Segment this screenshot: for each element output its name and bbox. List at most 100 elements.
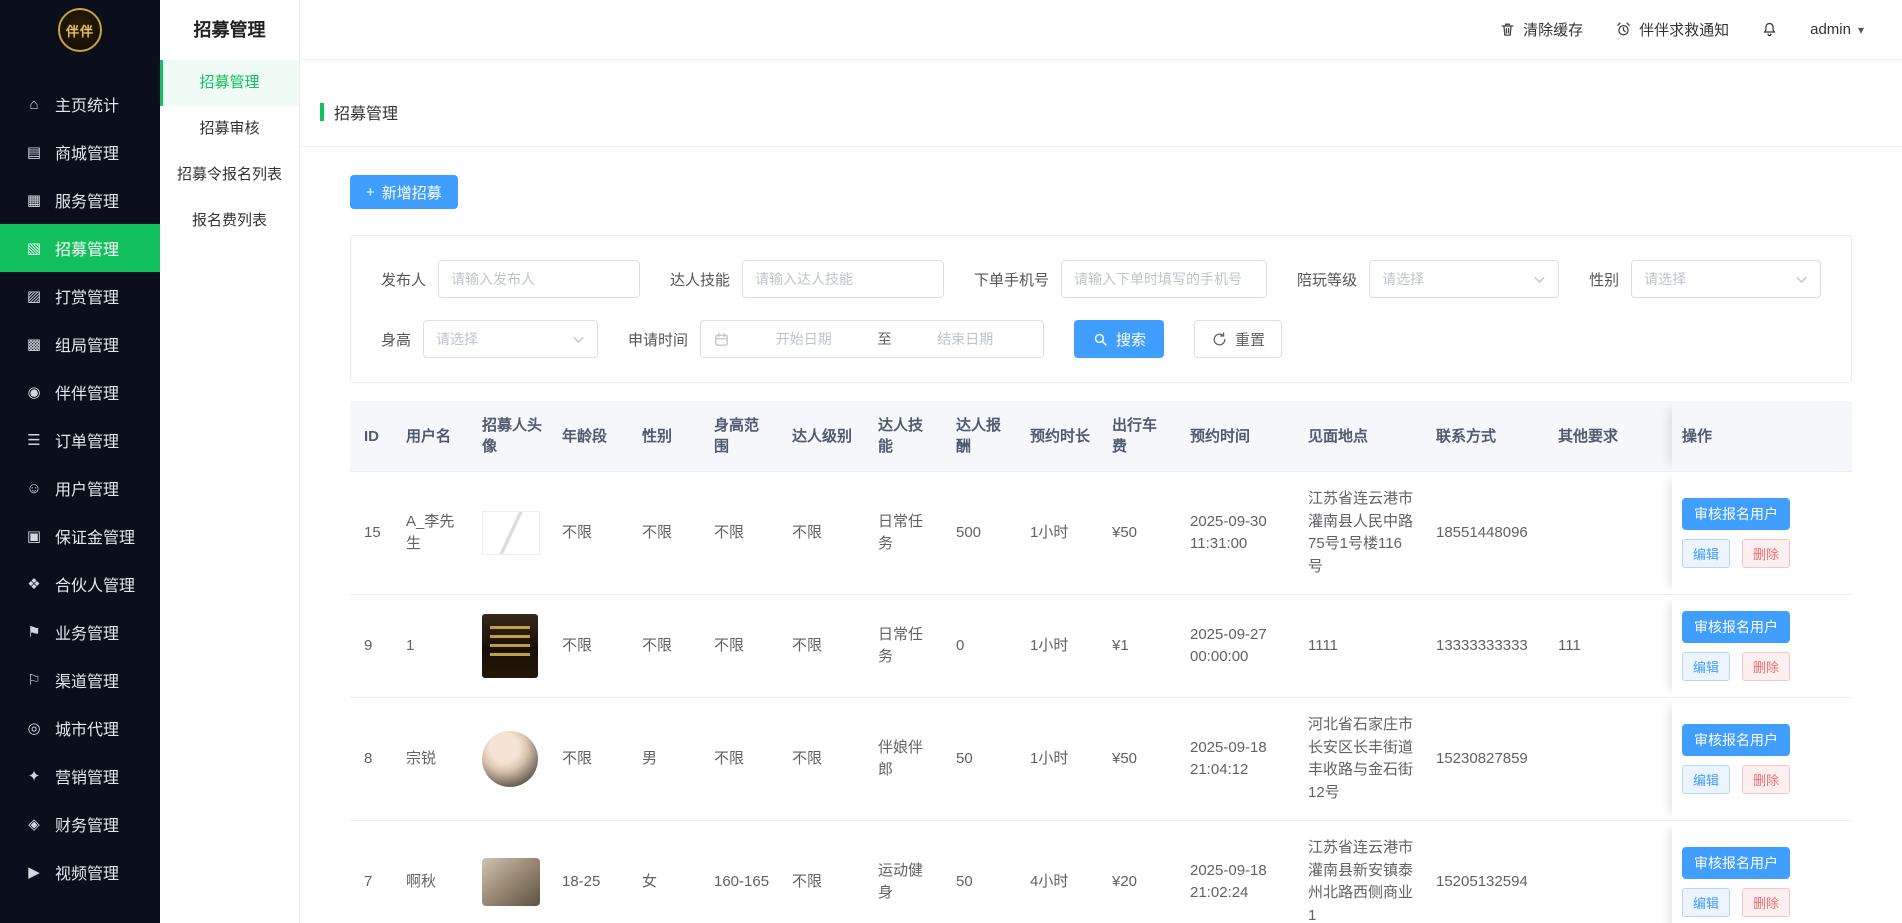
page-title: 招募管理 bbox=[334, 100, 398, 124]
header-level: 达人级别 bbox=[782, 401, 868, 472]
apply-time-range-picker[interactable]: 开始日期 至 结束日期 bbox=[700, 320, 1044, 358]
cell-duration: 1小时 bbox=[1020, 595, 1102, 698]
table-header-row: ID 用户名 招募人头像 年龄段 性别 身高范围 达人级别 达人技能 达人报酬 … bbox=[350, 401, 1852, 472]
cell-contact: 15230827859 bbox=[1426, 698, 1548, 821]
header-contact: 联系方式 bbox=[1426, 401, 1548, 472]
chevron-down-icon bbox=[1793, 271, 1810, 288]
publisher-input[interactable] bbox=[438, 260, 640, 298]
edit-button[interactable]: 编辑 bbox=[1682, 539, 1730, 568]
notifications-button[interactable] bbox=[1761, 21, 1778, 38]
topbar: 清除缓存 伴伴求救通知 admin ▾ bbox=[300, 0, 1902, 60]
edit-button[interactable]: 编辑 bbox=[1682, 765, 1730, 794]
skill-field: 达人技能 bbox=[670, 260, 944, 298]
sidebar-item-cooperation[interactable]: ❖合伙人管理 bbox=[0, 560, 160, 608]
review-signup-users-button[interactable]: 审核报名用户 bbox=[1682, 724, 1790, 756]
order-phone-label: 下单手机号 bbox=[974, 269, 1049, 290]
cell-reward: 500 bbox=[946, 472, 1020, 595]
sidebar-item-label: 财务管理 bbox=[55, 812, 119, 836]
cell-location: 江苏省连云港市灌南县人民中路75号1号楼116号 bbox=[1298, 472, 1426, 595]
review-signup-users-button[interactable]: 审核报名用户 bbox=[1682, 498, 1790, 530]
clear-cache-label: 清除缓存 bbox=[1523, 19, 1583, 40]
height-select[interactable]: 请选择 bbox=[423, 320, 598, 358]
sidebar-item-business[interactable]: ⚑业务管理 bbox=[0, 608, 160, 656]
header-other: 其他要求 bbox=[1548, 401, 1672, 472]
recruiter-avatar-image bbox=[482, 858, 540, 906]
sidebar-item-partner[interactable]: ◉伴伴管理 bbox=[0, 368, 160, 416]
order-phone-input[interactable] bbox=[1061, 260, 1267, 298]
bell-icon bbox=[1761, 21, 1778, 38]
delete-button[interactable]: 删除 bbox=[1742, 539, 1790, 568]
sidebar-item-group[interactable]: ▩组局管理 bbox=[0, 320, 160, 368]
cell-username: 1 bbox=[396, 595, 472, 698]
cell-skill: 伴娘伴郎 bbox=[868, 698, 946, 821]
sidebar-item-label: 保证金管理 bbox=[55, 524, 135, 548]
sidebar-item-order[interactable]: ☰订单管理 bbox=[0, 416, 160, 464]
reward-icon: ▨ bbox=[24, 287, 44, 305]
sidebar-item-deposit[interactable]: ▣保证金管理 bbox=[0, 512, 160, 560]
filter-row-2: 身高 请选择 申请时间 开始日期 至 bbox=[381, 320, 1821, 358]
delete-button[interactable]: 删除 bbox=[1742, 652, 1790, 681]
cell-level: 不限 bbox=[782, 698, 868, 821]
cell-username: A_李先生 bbox=[396, 472, 472, 595]
sidebar-item-mall[interactable]: ▤商城管理 bbox=[0, 128, 160, 176]
sidebar-item-label: 合伙人管理 bbox=[55, 572, 135, 596]
gender-select[interactable]: 请选择 bbox=[1631, 260, 1821, 298]
service-icon: ▦ bbox=[24, 191, 44, 209]
submenu-item-recruit-audit[interactable]: 招募审核 bbox=[160, 106, 299, 152]
companion-level-label: 陪玩等级 bbox=[1297, 269, 1357, 290]
apply-time-label: 申请时间 bbox=[628, 329, 688, 350]
sidebar-item-channel[interactable]: ⚐渠道管理 bbox=[0, 656, 160, 704]
sidebar-item-label: 用户管理 bbox=[55, 476, 119, 500]
header-age: 年龄段 bbox=[552, 401, 632, 472]
header-gender: 性别 bbox=[632, 401, 704, 472]
sidebar-item-recruit[interactable]: ▧招募管理 bbox=[0, 224, 160, 272]
sidebar-item-user[interactable]: ☺用户管理 bbox=[0, 464, 160, 512]
add-recruit-button[interactable]: + 新增招募 bbox=[350, 175, 458, 209]
user-menu[interactable]: admin ▾ bbox=[1810, 21, 1864, 38]
edit-button[interactable]: 编辑 bbox=[1682, 652, 1730, 681]
city-agent-icon: ◎ bbox=[24, 719, 44, 737]
skill-label: 达人技能 bbox=[670, 269, 730, 290]
clear-cache-icon bbox=[1499, 21, 1516, 38]
alarm-icon bbox=[1615, 21, 1632, 38]
submenu-item-recruit-manage[interactable]: 招募管理 bbox=[160, 60, 299, 106]
publisher-field: 发布人 bbox=[381, 260, 640, 298]
search-button[interactable]: 搜索 bbox=[1074, 320, 1164, 358]
reset-button[interactable]: 重置 bbox=[1194, 320, 1282, 358]
recruit-icon: ▧ bbox=[24, 239, 44, 257]
edit-button[interactable]: 编辑 bbox=[1682, 888, 1730, 917]
cell-contact: 15205132594 bbox=[1426, 821, 1548, 923]
sidebar-item-home-stats[interactable]: ⌂主页统计 bbox=[0, 80, 160, 128]
cell-time: 2025-09-30 11:31:00 bbox=[1180, 472, 1298, 595]
review-signup-users-button[interactable]: 审核报名用户 bbox=[1682, 847, 1790, 879]
cell-skill: 运动健身 bbox=[868, 821, 946, 923]
sidebar-item-marketing[interactable]: ✦营销管理 bbox=[0, 752, 160, 800]
submenu-item-signup-fee-list[interactable]: 报名费列表 bbox=[160, 198, 299, 244]
content-inner: + 新增招募 发布人 达人技能 bbox=[300, 147, 1902, 923]
cell-level: 不限 bbox=[782, 472, 868, 595]
submenu-title: 招募管理 bbox=[160, 0, 299, 60]
sidebar-item-video[interactable]: ▶视频管理 bbox=[0, 848, 160, 896]
companion-level-select[interactable]: 请选择 bbox=[1369, 260, 1559, 298]
header-actions: 操作 bbox=[1672, 401, 1852, 472]
review-signup-users-button[interactable]: 审核报名用户 bbox=[1682, 611, 1790, 643]
row-actions: 编辑 删除 bbox=[1682, 539, 1842, 568]
header-username: 用户名 bbox=[396, 401, 472, 472]
submenu-item-recruit-signup-list[interactable]: 招募令报名列表 bbox=[160, 152, 299, 198]
recruit-table: ID 用户名 招募人头像 年龄段 性别 身高范围 达人级别 达人技能 达人报酬 … bbox=[350, 401, 1852, 923]
sidebar-item-service[interactable]: ▦服务管理 bbox=[0, 176, 160, 224]
sidebar-item-reward[interactable]: ▨打赏管理 bbox=[0, 272, 160, 320]
sidebar-item-label: 城市代理 bbox=[55, 716, 119, 740]
sidebar-item-finance[interactable]: ◈财务管理 bbox=[0, 800, 160, 848]
delete-button[interactable]: 删除 bbox=[1742, 765, 1790, 794]
sos-notice-label: 伴伴求救通知 bbox=[1639, 19, 1729, 40]
calendar-icon bbox=[713, 331, 730, 348]
delete-button[interactable]: 删除 bbox=[1742, 888, 1790, 917]
cell-time: 2025-09-18 21:02:24 bbox=[1180, 821, 1298, 923]
skill-input[interactable] bbox=[742, 260, 944, 298]
sos-notice-button[interactable]: 伴伴求救通知 bbox=[1615, 19, 1729, 40]
clear-cache-button[interactable]: 清除缓存 bbox=[1499, 19, 1583, 40]
cell-gender: 男 bbox=[632, 698, 704, 821]
cell-other bbox=[1548, 472, 1672, 595]
sidebar-item-city-agent[interactable]: ◎ 城市代理 bbox=[0, 704, 160, 752]
